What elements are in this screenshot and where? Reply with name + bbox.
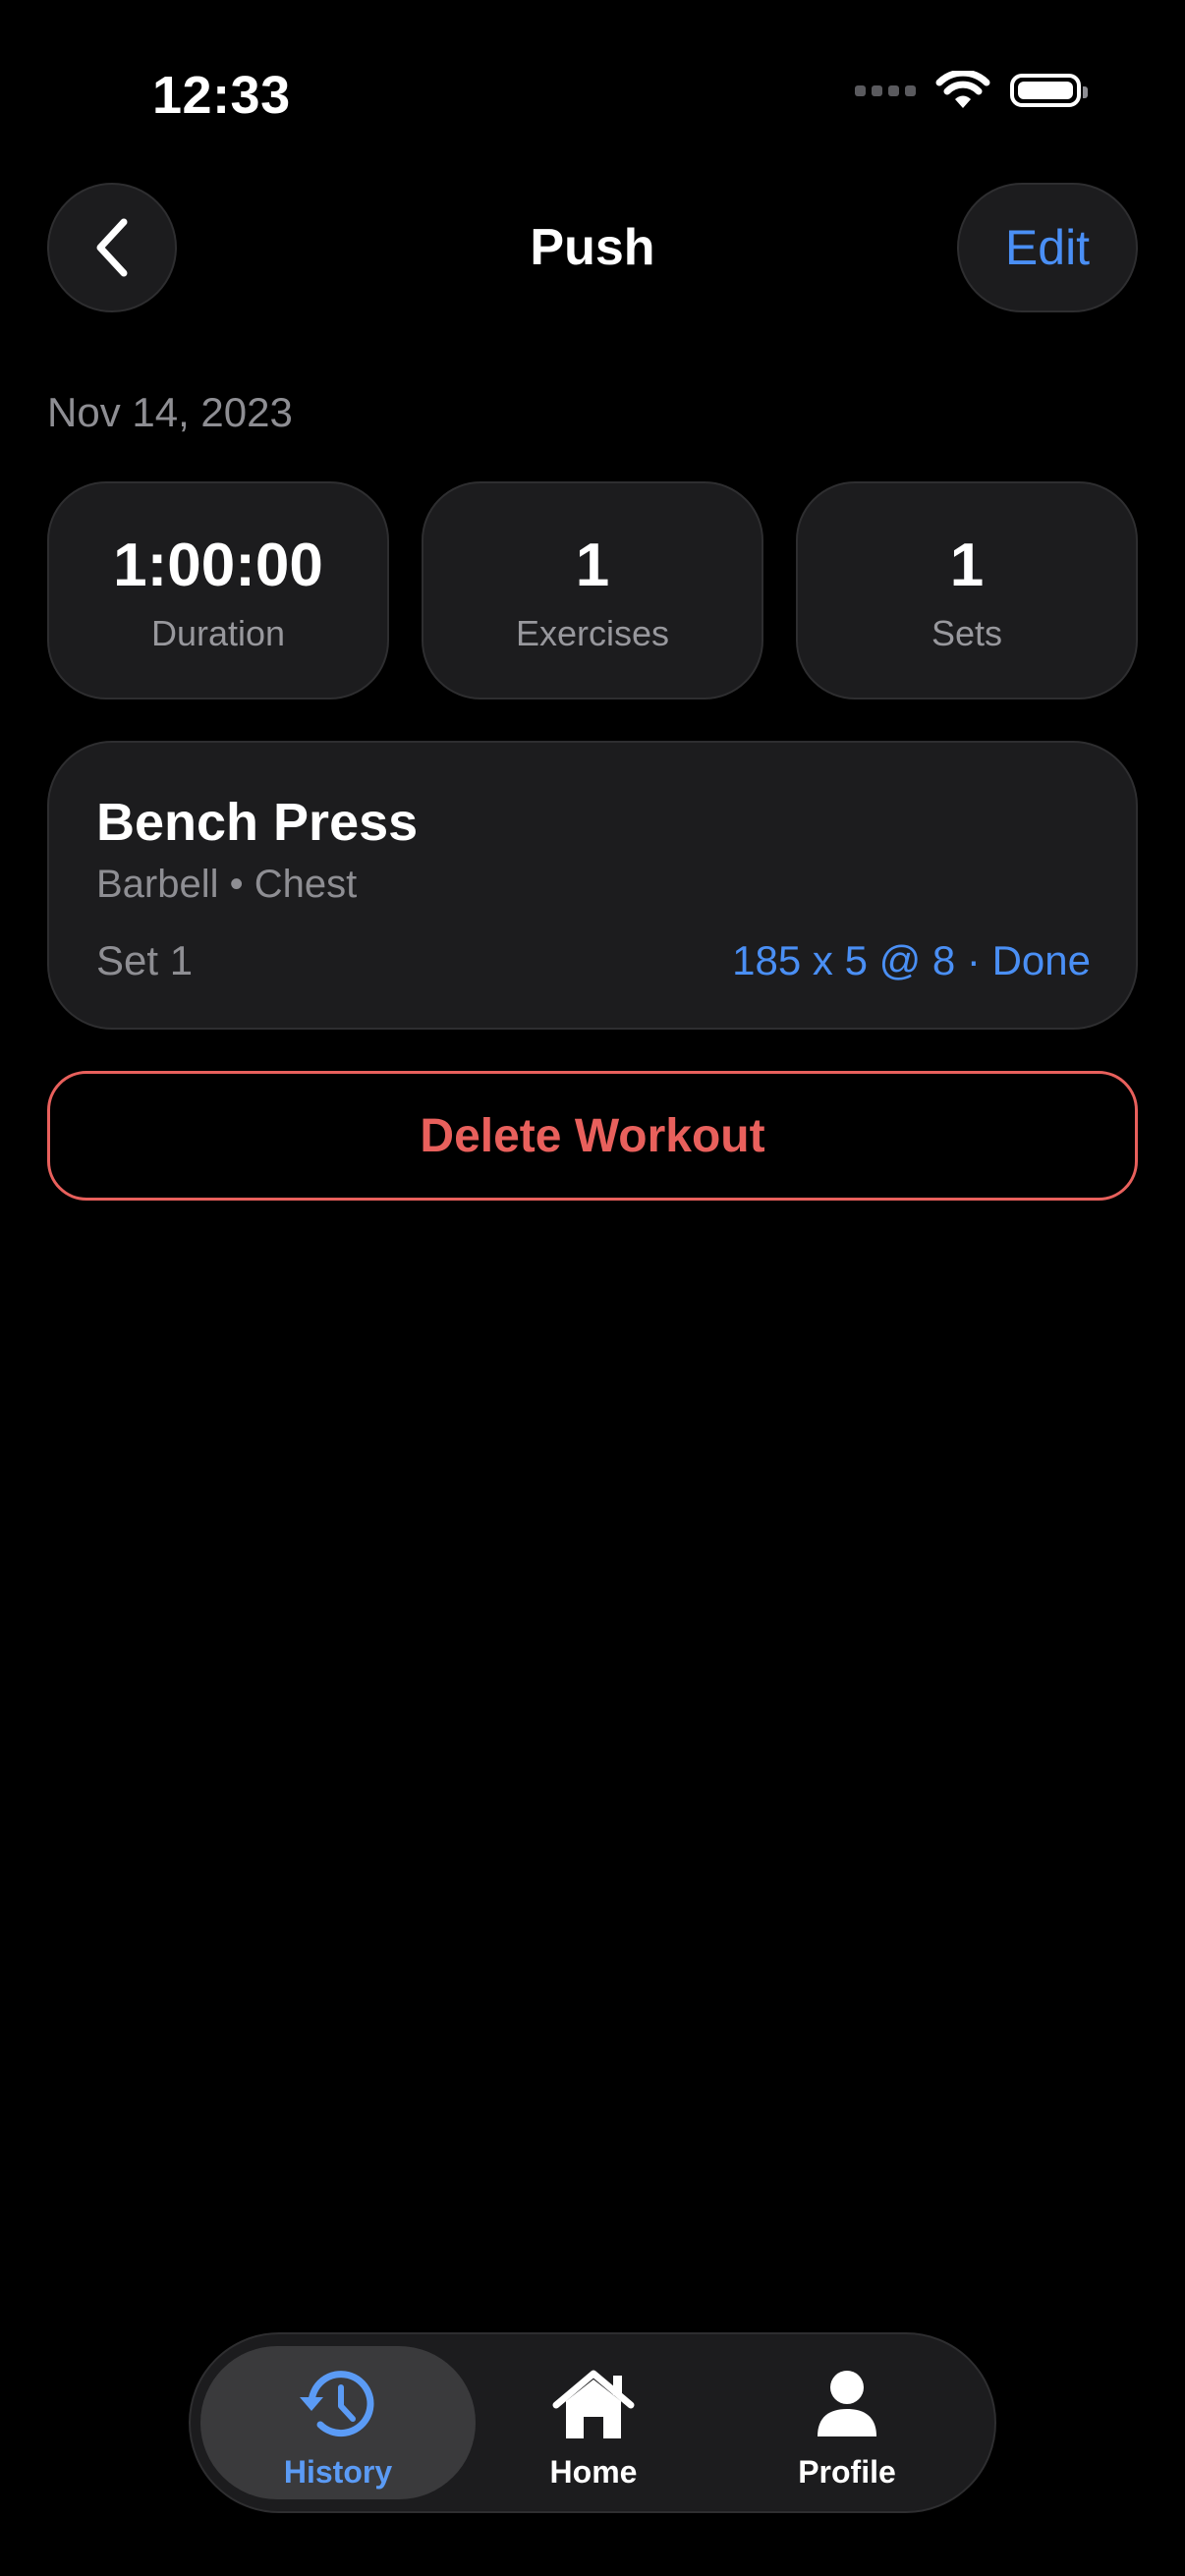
- set-detail: 185 x 5 @ 8 · Done: [732, 937, 1091, 983]
- exercises-label: Exercises: [515, 613, 670, 653]
- sets-value: 1: [949, 532, 985, 599]
- exercise-meta: Barbell • Chest: [96, 863, 358, 906]
- duration-card: 1:00:00 Duration: [47, 481, 389, 700]
- tab-profile-label: Profile: [798, 2454, 896, 2490]
- duration-value: 1:00:00: [113, 532, 323, 599]
- battery-icon: [1010, 74, 1088, 107]
- set-label: Set 1: [96, 937, 194, 983]
- workout-date: Nov 14, 2023: [47, 389, 293, 435]
- sets-card: 1 Sets: [796, 481, 1138, 700]
- tab-home[interactable]: Home: [456, 2346, 731, 2499]
- sets-label: Sets: [931, 613, 1003, 653]
- tab-home-label: Home: [549, 2454, 638, 2490]
- edit-button[interactable]: Edit: [957, 183, 1138, 312]
- status-icons: [855, 71, 1088, 110]
- tab-history-label: History: [283, 2454, 393, 2490]
- tab-bar: History Home Profile: [189, 2332, 996, 2513]
- history-icon: [300, 2371, 374, 2437]
- status-time: 12:33: [152, 66, 291, 125]
- tab-history[interactable]: History: [200, 2346, 476, 2499]
- delete-workout-button[interactable]: Delete Workout: [47, 1071, 1138, 1201]
- exercises-card: 1 Exercises: [422, 481, 763, 700]
- wifi-icon: [935, 71, 990, 108]
- cellular-signal-icon: [855, 84, 916, 96]
- exercise-name: Bench Press: [96, 793, 419, 852]
- exercise-card[interactable]: Bench Press Barbell • Chest Set 1 185 x …: [47, 741, 1138, 1030]
- exercises-value: 1: [575, 532, 610, 599]
- profile-icon: [818, 2371, 876, 2436]
- tab-profile[interactable]: Profile: [709, 2346, 985, 2499]
- duration-label: Duration: [150, 613, 286, 653]
- home-icon: [552, 2370, 635, 2438]
